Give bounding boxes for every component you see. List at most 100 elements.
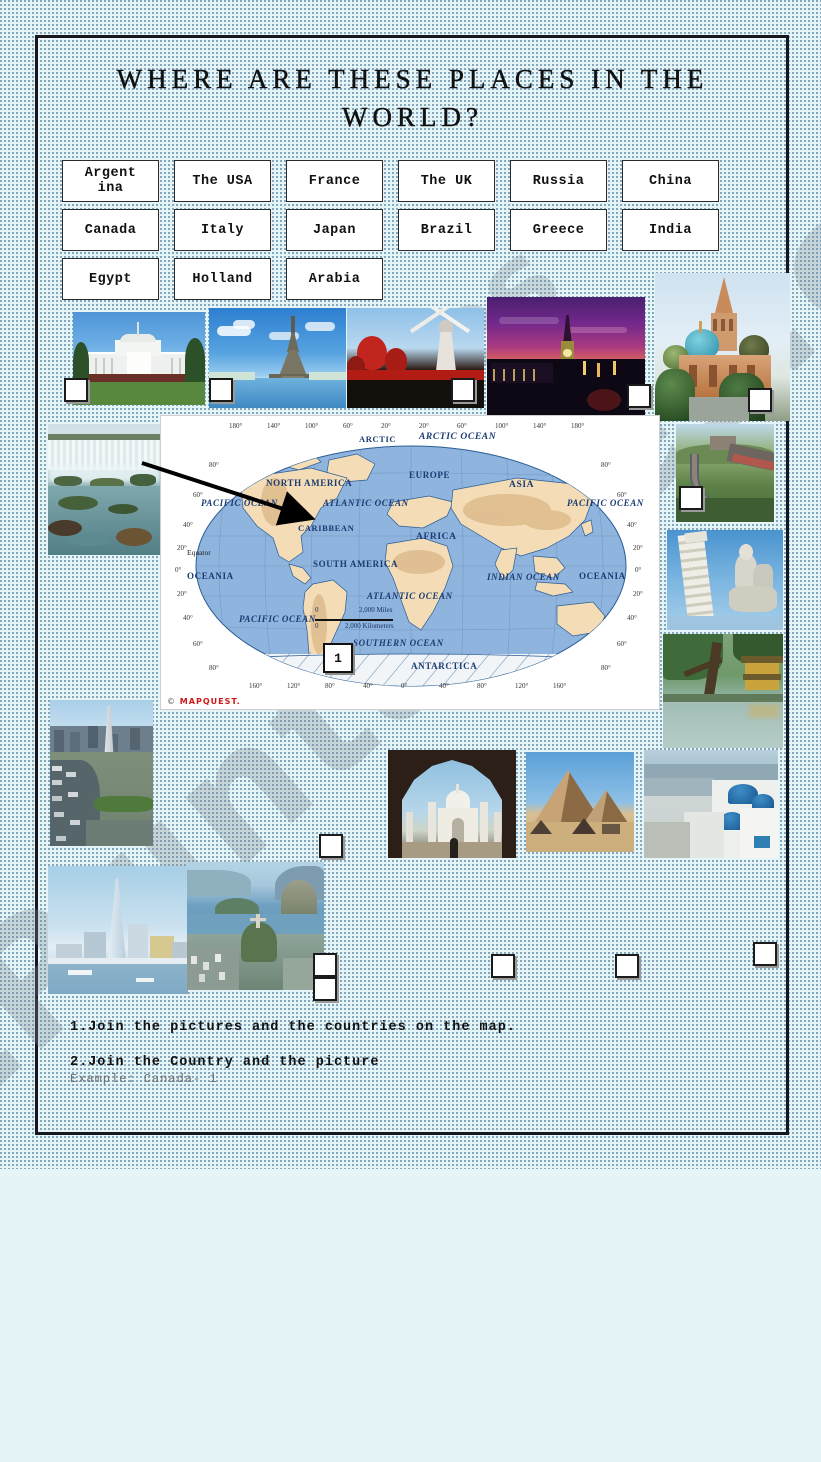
map-lat-tick-right-7: 60°: [617, 640, 627, 648]
map-lon-tick-bottom-4: 0°: [401, 682, 408, 690]
country-box-egypt[interactable]: Egypt: [62, 258, 159, 300]
instruction-1: 1.Join the pictures and the countries on…: [70, 1020, 516, 1035]
map-lon-tick-top-9: 180°: [571, 422, 585, 430]
country-label: Holland: [192, 271, 253, 287]
country-box-canada[interactable]: Canada: [62, 209, 159, 251]
map-lon-tick-bottom-0: 160°: [249, 682, 263, 690]
map-lat-tick-left-4: 0°: [175, 566, 182, 574]
country-label: Brazil: [420, 222, 473, 238]
map-scale-miles-zero: 0: [315, 606, 319, 614]
country-label: India: [648, 222, 692, 238]
country-box-arabia[interactable]: Arabia: [286, 258, 383, 300]
country-box-japan[interactable]: Japan: [286, 209, 383, 251]
photo-big-ben: [487, 297, 645, 415]
copyright-mark: ©: [167, 697, 176, 706]
answer-box-taj-mahal[interactable]: [319, 834, 343, 858]
map-lat-tick-left-6: 40°: [183, 614, 193, 622]
photo-pyramids: [526, 752, 634, 852]
page-title: WHERE ARE THESE PLACES IN THE WORLD?: [116, 64, 709, 132]
country-box-italy[interactable]: Italy: [174, 209, 271, 251]
map-lat-tick-left-5: 20°: [177, 590, 187, 598]
country-label: Japan: [312, 222, 356, 238]
answer-box-great-wall[interactable]: [679, 486, 703, 510]
map-lon-tick-bottom-3: 40°: [363, 682, 373, 690]
answer-box-tulips-windmill[interactable]: [451, 378, 475, 402]
pointer-arrow: [141, 461, 316, 526]
photo-leaning-tower: [667, 530, 783, 630]
country-box-china[interactable]: China: [622, 160, 719, 202]
answer-box-white-house[interactable]: [64, 378, 88, 402]
map-lat-tick-right-5: 20°: [633, 590, 643, 598]
answer-box-rio-upper[interactable]: [313, 953, 337, 977]
photo-obelisco: [50, 700, 153, 846]
map-lon-tick-bottom-2: 80°: [325, 682, 335, 690]
country-label: China: [648, 173, 692, 189]
country-label: Arabia: [308, 271, 361, 287]
map-scale-km: 2,000 Kilometers: [345, 622, 394, 630]
country-label: Italy: [200, 222, 244, 238]
country-box-brazil[interactable]: Brazil: [398, 209, 495, 251]
map-lat-tick-left-7: 60°: [193, 640, 203, 648]
country-label: Canada: [84, 222, 137, 238]
map-lat-tick-left-3: 20°: [177, 544, 187, 552]
country-box-russia[interactable]: Russia: [510, 160, 607, 202]
map-lon-tick-top-8: 140°: [533, 422, 547, 430]
mapquest-logo: © MAPQUEST.: [167, 697, 241, 706]
country-label: Egypt: [88, 271, 132, 287]
photo-santorini: [644, 750, 778, 858]
map-lon-tick-top-0: 180°: [229, 422, 243, 430]
photo-rio: [187, 862, 324, 990]
photo-taj-mahal: [388, 750, 516, 858]
map-lat-tick-right-8: 80°: [601, 664, 611, 672]
map-lon-tick-top-2: 100°: [305, 422, 319, 430]
map-lat-tick-right-3: 20°: [633, 544, 643, 552]
map-lat-tick-right-6: 40°: [627, 614, 637, 622]
map-marker-1[interactable]: 1: [323, 643, 353, 673]
country-box-the-usa[interactable]: The USA: [174, 160, 271, 202]
map-lat-tick-right-1: 60°: [617, 491, 627, 499]
country-label: The USA: [192, 173, 253, 189]
country-label: Argentina: [84, 166, 137, 196]
map-lon-tick-bottom-1: 120°: [287, 682, 301, 690]
answer-box-free-1[interactable]: [491, 954, 515, 978]
map-lat-tick-right-2: 40°: [627, 521, 637, 529]
country-label: Russia: [532, 173, 585, 189]
map-lon-tick-bottom-5: 40°: [439, 682, 449, 690]
answer-box-eiffel-tower[interactable]: [209, 378, 233, 402]
country-label: The UK: [420, 173, 473, 189]
photo-skyline-spire: [48, 866, 188, 994]
country-box-the-uk[interactable]: The UK: [398, 160, 495, 202]
instruction-example: Example: Canada- 1: [70, 1072, 218, 1086]
map-lat-tick-right-0: 80°: [601, 461, 611, 469]
map-lon-tick-top-1: 140°: [267, 422, 281, 430]
instructions-block: 1.Join the pictures and the countries on…: [70, 1020, 730, 1086]
country-box-greece[interactable]: Greece: [510, 209, 607, 251]
answer-box-big-ben[interactable]: [627, 384, 651, 408]
map-lat-tick-left-8: 80°: [209, 664, 219, 672]
map-lon-tick-bottom-8: 160°: [553, 682, 567, 690]
country-box-india[interactable]: India: [622, 209, 719, 251]
map-lon-tick-top-7: 100°: [495, 422, 509, 430]
answer-box-free-2[interactable]: [615, 954, 639, 978]
map-lon-tick-top-6: 60°: [457, 422, 467, 430]
map-lon-tick-bottom-7: 120°: [515, 682, 529, 690]
map-scale: 0 2,000 Miles 0 2,000 Kilometers: [315, 606, 425, 634]
answer-box-rio-lower[interactable]: [313, 977, 337, 1001]
map-lon-tick-top-4: 20°: [381, 422, 391, 430]
instruction-2: 2.Join the Country and the picture: [70, 1055, 380, 1070]
map-label-equator: Equator: [187, 548, 211, 557]
mapquest-wordmark: MAPQUEST.: [179, 697, 241, 706]
map-lon-tick-bottom-6: 80°: [477, 682, 487, 690]
answer-box-st-basils[interactable]: [748, 388, 772, 412]
country-label: France: [308, 173, 361, 189]
map-scale-miles: 2,000 Miles: [359, 606, 393, 614]
map-lat-tick-right-4: 0°: [635, 566, 642, 574]
map-lon-tick-top-5: 20°: [419, 422, 429, 430]
country-label: Greece: [532, 222, 585, 238]
country-box-holland[interactable]: Holland: [174, 258, 271, 300]
country-box-argentina[interactable]: Argentina: [62, 160, 159, 202]
map-scale-km-zero: 0: [315, 622, 319, 630]
answer-box-free-3[interactable]: [753, 942, 777, 966]
country-box-france[interactable]: France: [286, 160, 383, 202]
photo-japanese-temple: [663, 634, 783, 748]
